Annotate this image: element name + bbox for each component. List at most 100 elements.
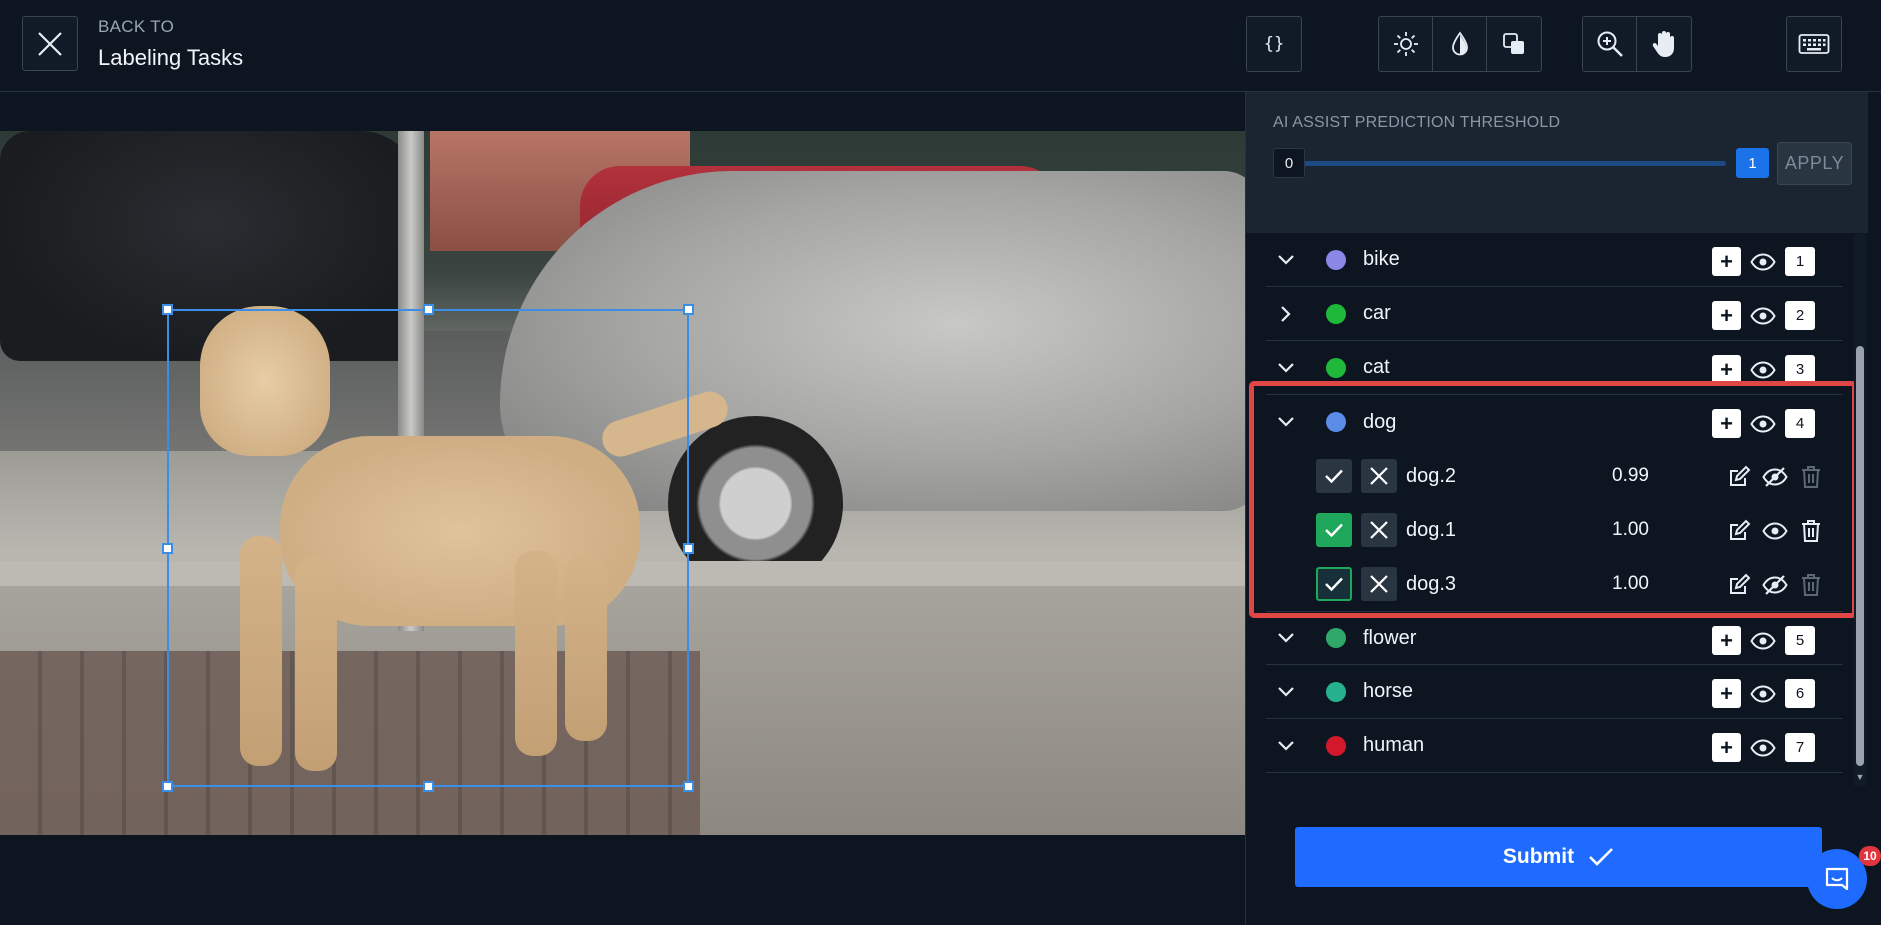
bounding-box-dog[interactable] <box>162 304 694 792</box>
json-view-button[interactable]: {} <box>1247 17 1301 71</box>
expand-toggle[interactable] <box>1270 244 1302 276</box>
add-instance-button[interactable]: + <box>1712 301 1741 330</box>
brightness-button[interactable] <box>1379 17 1433 71</box>
threshold-slider-track[interactable] <box>1286 161 1726 166</box>
toggle-visibility-button[interactable] <box>1750 628 1776 654</box>
threshold-section: AI ASSIST PREDICTION THRESHOLD 0 1 APPLY <box>1246 92 1868 233</box>
notification-badge: 10 <box>1859 846 1881 866</box>
class-color-dot <box>1326 303 1346 324</box>
add-instance-button[interactable]: + <box>1712 626 1741 655</box>
chevron-down-icon <box>1278 686 1294 697</box>
top-bar: BACK TO Labeling Tasks {} <box>0 0 1881 92</box>
expand-toggle[interactable] <box>1270 730 1302 762</box>
class-hotkey-badge: 1 <box>1785 247 1815 276</box>
support-chat-button[interactable] <box>1807 849 1867 909</box>
class-color-dot <box>1326 681 1346 702</box>
class-color-dot <box>1326 628 1346 648</box>
chevron-down-icon <box>1278 254 1294 265</box>
threshold-max-handle[interactable]: 1 <box>1736 148 1769 178</box>
eye-icon <box>1750 738 1776 757</box>
submit-label: Submit <box>1502 845 1575 868</box>
add-instance-button[interactable]: + <box>1712 733 1741 762</box>
toggle-visibility-button[interactable] <box>1750 357 1776 383</box>
toggle-visibility-button[interactable] <box>1750 735 1776 761</box>
expand-toggle[interactable] <box>1270 676 1302 708</box>
class-name: cat <box>1363 356 1390 378</box>
add-instance-button[interactable]: + <box>1712 247 1741 276</box>
chat-icon <box>1825 867 1849 891</box>
resize-handle-se[interactable] <box>683 781 694 792</box>
resize-handle-sw[interactable] <box>162 781 173 792</box>
eye-icon <box>1750 360 1776 379</box>
class-name: human <box>1363 734 1425 756</box>
apply-button[interactable]: APPLY <box>1777 142 1852 185</box>
class-name: bike <box>1363 248 1400 270</box>
submit-button[interactable]: Submit <box>1295 827 1822 887</box>
braces-icon: {} <box>1263 34 1285 54</box>
back-to-link[interactable]: Labeling Tasks <box>98 45 243 71</box>
chevron-down-icon <box>1278 633 1294 643</box>
sun-icon <box>1393 32 1418 56</box>
expand-toggle[interactable] <box>1270 352 1302 384</box>
resize-handle-nw[interactable] <box>162 304 173 315</box>
class-hotkey-badge: 6 <box>1785 679 1815 708</box>
resize-handle-ne[interactable] <box>683 304 694 315</box>
class-row-bike[interactable]: bike + 1 <box>1266 233 1843 287</box>
check-icon <box>1589 848 1613 866</box>
resize-handle-w[interactable] <box>162 543 173 554</box>
resize-handle-e[interactable] <box>683 543 694 554</box>
zoom-button[interactable] <box>1583 17 1637 71</box>
class-row-human[interactable]: human + 7 <box>1266 719 1843 773</box>
class-name: flower <box>1363 626 1417 649</box>
toggle-visibility-button[interactable] <box>1750 681 1776 707</box>
class-color-dot <box>1326 357 1346 378</box>
class-color-dot <box>1326 735 1346 756</box>
expand-toggle[interactable] <box>1270 298 1302 330</box>
pan-button[interactable] <box>1637 17 1691 71</box>
plus-icon: + <box>1720 302 1733 328</box>
add-instance-button[interactable]: + <box>1712 355 1741 384</box>
image-canvas[interactable] <box>0 131 1245 835</box>
plus-icon: + <box>1720 734 1733 760</box>
chevron-down-icon <box>1278 740 1294 751</box>
scrollbar-thumb[interactable] <box>1856 346 1864 766</box>
saturation-button[interactable] <box>1433 17 1487 71</box>
eye-icon <box>1750 684 1776 703</box>
close-button[interactable] <box>22 16 78 71</box>
contrast-icon <box>1503 33 1524 54</box>
class-color-dot <box>1326 249 1346 270</box>
json-tool-group: {} <box>1246 16 1302 72</box>
back-to-label: BACK TO <box>98 17 175 36</box>
threshold-min-handle[interactable]: 0 <box>1273 148 1305 178</box>
dog-group-highlight <box>1249 381 1857 618</box>
class-hotkey-badge: 5 <box>1785 626 1815 655</box>
plus-icon: + <box>1720 248 1733 274</box>
expand-toggle[interactable] <box>1270 622 1302 654</box>
toggle-visibility-button[interactable] <box>1750 249 1776 275</box>
resize-handle-s[interactable] <box>423 781 434 792</box>
class-row-horse[interactable]: horse + 6 <box>1266 665 1843 719</box>
class-row-car[interactable]: car + 2 <box>1266 287 1843 341</box>
toggle-visibility-button[interactable] <box>1750 303 1776 329</box>
hand-icon <box>1652 31 1674 57</box>
keyboard-shortcuts-button[interactable] <box>1787 17 1841 71</box>
threshold-label: AI ASSIST PREDICTION THRESHOLD <box>1273 114 1561 131</box>
class-hotkey-badge: 3 <box>1785 355 1815 384</box>
scroll-down-arrow[interactable]: ▼ <box>1855 772 1865 782</box>
class-list-scrollbar[interactable] <box>1854 234 1866 786</box>
class-name: car <box>1363 302 1391 324</box>
add-instance-button[interactable]: + <box>1712 679 1741 708</box>
class-row-flower[interactable]: flower + 5 <box>1266 611 1843 665</box>
image-adjust-tool-group <box>1378 16 1542 72</box>
resize-handle-n[interactable] <box>423 304 434 315</box>
class-name: horse <box>1363 680 1414 702</box>
chevron-right-icon <box>1281 305 1291 322</box>
droplet-icon <box>1451 31 1468 56</box>
class-hotkey-badge: 7 <box>1785 733 1815 762</box>
eye-icon <box>1750 631 1776 650</box>
navigation-tool-group <box>1582 16 1692 72</box>
contrast-button[interactable] <box>1487 17 1541 71</box>
shortcuts-tool-group <box>1786 16 1842 72</box>
zoom-in-icon <box>1597 31 1623 57</box>
eye-icon <box>1750 252 1776 271</box>
